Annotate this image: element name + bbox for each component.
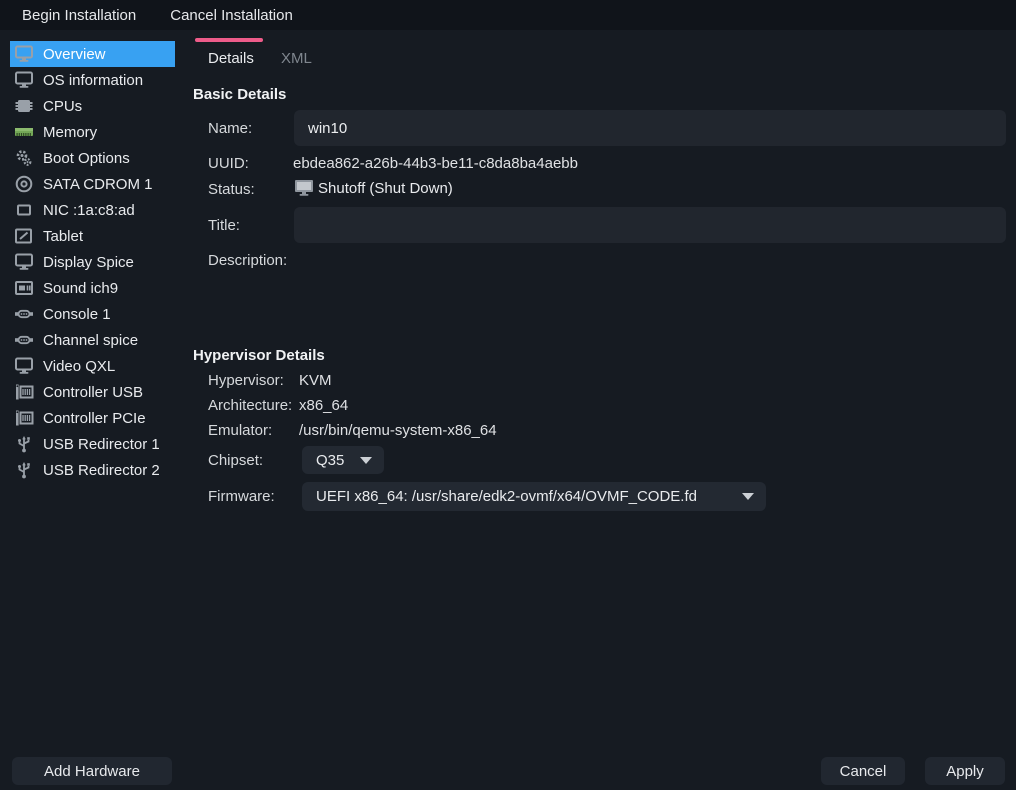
firmware-label: Firmware: [208,488,275,505]
monitor-icon [294,179,314,197]
hardware-item-label: Channel spice [43,332,138,349]
monitor-icon [14,71,34,89]
sidebar-item-console-1[interactable]: Console 1 [0,301,186,327]
hardware-item-label: USB Redirector 1 [43,436,160,453]
name-input[interactable] [294,110,1006,146]
title-label: Title: [208,217,240,234]
sidebar-item-memory[interactable]: Memory [0,119,186,145]
serial-icon [14,331,34,349]
usb-icon [14,435,34,453]
chipset-label: Chipset: [208,452,263,469]
sidebar-item-controller-usb[interactable]: Controller USB [0,379,186,405]
cpu-icon [14,97,34,115]
nic-icon [14,201,34,219]
sidebar-item-display-spice[interactable]: Display Spice [0,249,186,275]
pcicard-icon [14,383,34,401]
apply-button[interactable]: Apply [925,757,1005,785]
architecture-label: Architecture: [208,397,292,414]
hardware-item-label: Video QXL [43,358,115,375]
triangle-down-icon [742,493,754,500]
monitor-icon [14,45,34,63]
chipset-selected-value: Q35 [302,452,344,469]
hypervisor-details-heading: Hypervisor Details [193,347,325,364]
hardware-item-label: Display Spice [43,254,134,271]
pcicard-icon [14,409,34,427]
chipset-dropdown[interactable]: Q35 [302,446,384,474]
sidebar-item-os-information[interactable]: OS information [0,67,186,93]
basic-details-heading: Basic Details [193,86,286,103]
emulator-label: Emulator: [208,422,272,439]
sidebar-item-nic-1a-c8-ad[interactable]: NIC :1a:c8:ad [0,197,186,223]
architecture-value: x86_64 [299,397,348,414]
hardware-item-label: NIC :1a:c8:ad [43,202,135,219]
cancel-installation-button[interactable]: Cancel Installation [158,3,305,28]
hardware-item-label: Memory [43,124,97,141]
hardware-item-label: Console 1 [43,306,111,323]
hardware-item-label: Sound ich9 [43,280,118,297]
description-input[interactable] [294,250,1010,336]
hardware-item-label: Overview [43,46,106,63]
sidebar-item-overview[interactable]: Overview [10,41,175,67]
active-tab-indicator [195,38,263,42]
disc-icon [14,175,34,193]
tablet-icon [14,227,34,245]
name-label: Name: [208,120,252,137]
hardware-item-label: OS information [43,72,143,89]
hardware-item-label: Controller USB [43,384,143,401]
hardware-item-label: Controller PCIe [43,410,146,427]
uuid-label: UUID: [208,155,249,172]
sidebar-item-usb-redirector-1[interactable]: USB Redirector 1 [0,431,186,457]
hardware-item-label: Tablet [43,228,83,245]
hypervisor-label: Hypervisor: [208,372,284,389]
virt-manager-window: Begin Installation Cancel Installation O… [0,0,1016,790]
hardware-list: Overview OS information CPUs Memory Boot… [0,41,186,483]
begin-installation-button[interactable]: Begin Installation [10,3,148,28]
status-value: Shutoff (Shut Down) [318,180,453,197]
sidebar-item-boot-options[interactable]: Boot Options [0,145,186,171]
soundcard-icon [14,279,34,297]
usb-icon [14,461,34,479]
memory-icon [14,123,34,141]
status-label: Status: [208,181,255,198]
sidebar-item-cpus[interactable]: CPUs [0,93,186,119]
serial-icon [14,305,34,323]
sidebar-item-tablet[interactable]: Tablet [0,223,186,249]
gears-icon [14,149,34,167]
add-hardware-button[interactable]: Add Hardware [12,757,172,785]
triangle-down-icon [360,457,372,464]
uuid-value: ebdea862-a26b-44b3-be11-c8da8ba4aebb [293,155,578,172]
description-label: Description: [208,252,287,269]
hardware-item-label: CPUs [43,98,82,115]
cancel-button[interactable]: Cancel [821,757,905,785]
hardware-item-label: USB Redirector 2 [43,462,160,479]
sidebar-item-video-qxl[interactable]: Video QXL [0,353,186,379]
tab-details[interactable]: Details [208,50,254,67]
firmware-dropdown[interactable]: UEFI x86_64: /usr/share/edk2-ovmf/x64/OV… [302,482,766,511]
hardware-item-label: SATA CDROM 1 [43,176,152,193]
sidebar-item-sata-cdrom-1[interactable]: SATA CDROM 1 [0,171,186,197]
hypervisor-value: KVM [299,372,332,389]
emulator-value: /usr/bin/qemu-system-x86_64 [299,422,497,439]
firmware-selected-value: UEFI x86_64: /usr/share/edk2-ovmf/x64/OV… [302,488,697,505]
sidebar-item-usb-redirector-2[interactable]: USB Redirector 2 [0,457,186,483]
sidebar-item-channel-spice[interactable]: Channel spice [0,327,186,353]
hardware-item-label: Boot Options [43,150,130,167]
sidebar-item-controller-pcie[interactable]: Controller PCIe [0,405,186,431]
title-input[interactable] [294,207,1006,243]
sidebar-item-sound-ich9[interactable]: Sound ich9 [0,275,186,301]
monitor-icon [14,253,34,271]
monitor-icon [14,357,34,375]
status-value-row: Shutoff (Shut Down) [294,179,453,197]
tab-xml[interactable]: XML [281,50,312,67]
toolbar: Begin Installation Cancel Installation [0,0,1016,30]
